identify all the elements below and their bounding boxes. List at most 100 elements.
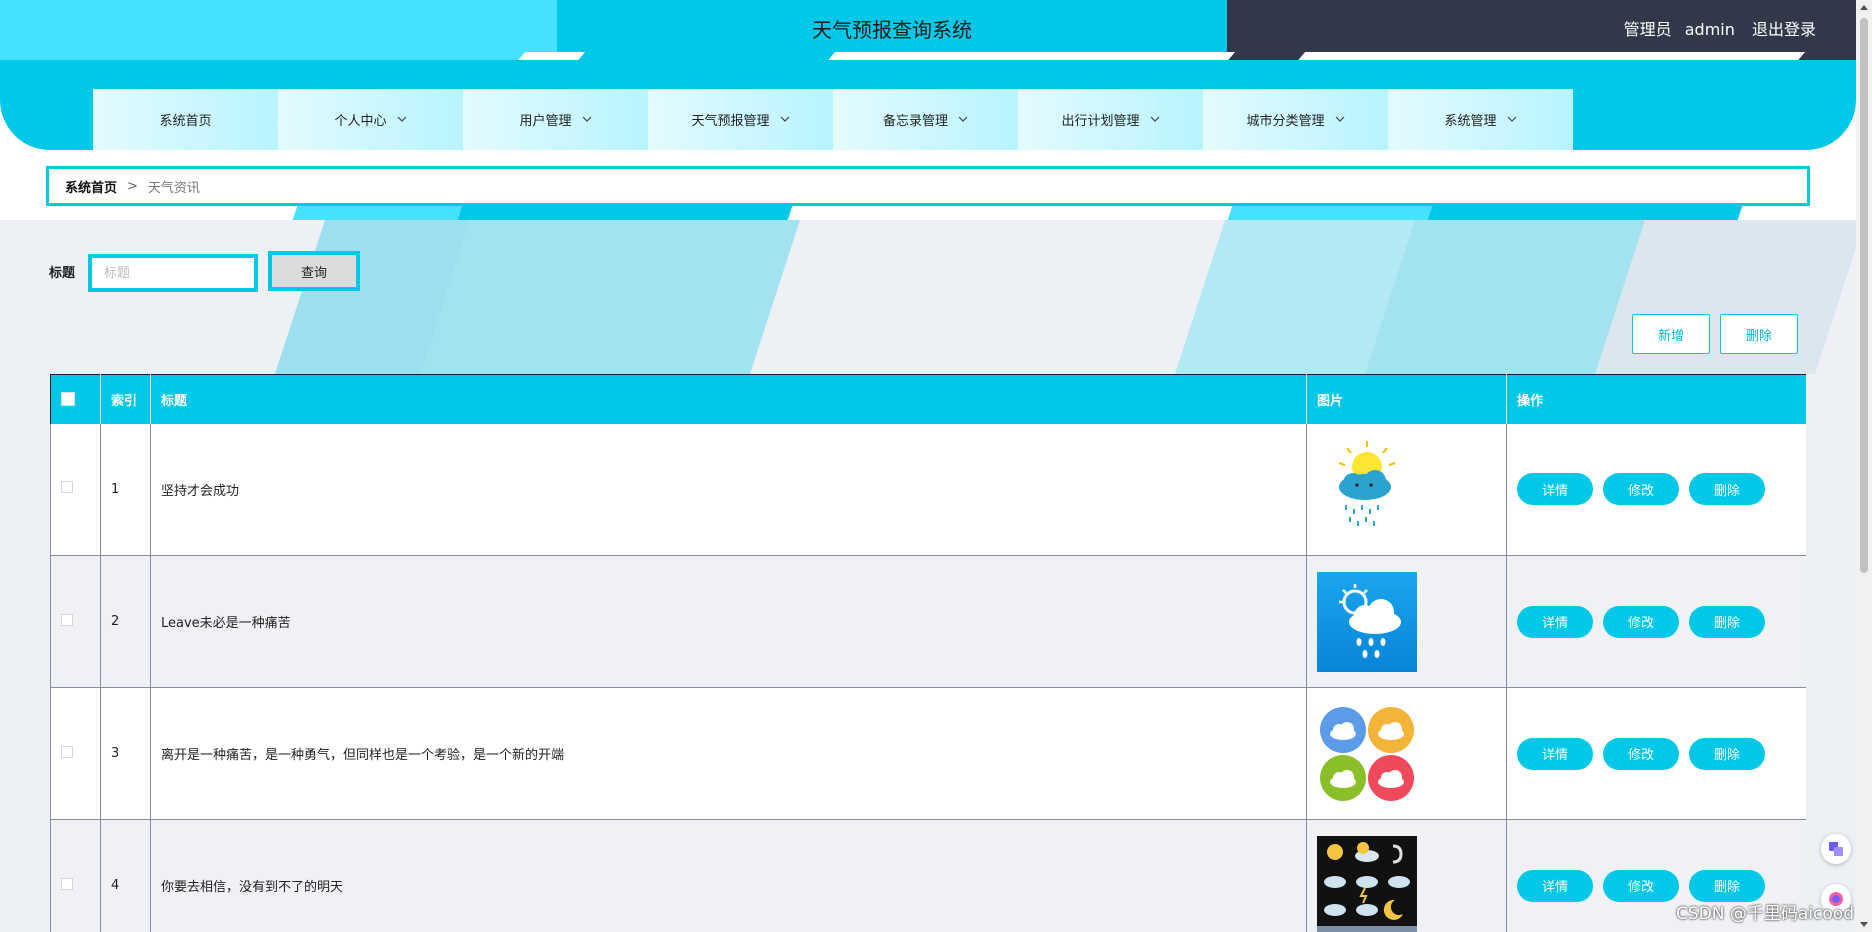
column-header-index: 索引 bbox=[100, 374, 151, 424]
row-image-cell bbox=[1306, 687, 1507, 820]
breadcrumb-home[interactable]: 系统首页 bbox=[65, 177, 117, 196]
data-table: 索引 标题 图片 操作 1 坚持才会成功 详情 修改 删除 2 Leave未必是… bbox=[50, 374, 1806, 932]
header-left-block bbox=[0, 0, 557, 60]
row-actions: 详情 修改 删除 bbox=[1506, 423, 1806, 556]
sun-cloud-rain-icon[interactable] bbox=[1317, 439, 1417, 540]
decor-stripe bbox=[1427, 206, 1743, 220]
row-checkbox[interactable] bbox=[61, 613, 73, 626]
table-row: 2 Leave未必是一种痛苦 详情 修改 删除 bbox=[50, 555, 1806, 688]
delete-button[interactable]: 删除 bbox=[1689, 737, 1765, 770]
row-checkbox[interactable] bbox=[61, 745, 73, 758]
row-actions: 详情 修改 删除 bbox=[1506, 555, 1806, 688]
row-actions: 详情 修改 删除 bbox=[1506, 687, 1806, 820]
nav-item-city-category-management[interactable]: 城市分类管理 bbox=[1203, 89, 1388, 150]
scroll-down-arrow-icon[interactable] bbox=[1860, 922, 1868, 927]
nav-item-memo-management[interactable]: 备忘录管理 bbox=[833, 89, 1018, 150]
select-all-checkbox[interactable] bbox=[61, 392, 75, 407]
chevron-down-icon bbox=[1335, 114, 1345, 125]
search-input[interactable] bbox=[88, 254, 258, 292]
bulk-delete-button[interactable]: 删除 bbox=[1720, 314, 1798, 354]
nav-item-home[interactable]: 系统首页 bbox=[93, 89, 278, 150]
decor-stripe bbox=[457, 206, 793, 220]
detail-button[interactable]: 详情 bbox=[1517, 737, 1593, 770]
scroll-up-arrow-icon[interactable] bbox=[1860, 5, 1868, 10]
main-nav: 系统首页 个人中心 用户管理 天气预报管理 备忘录管理 出行计划管理 城市分类管… bbox=[93, 89, 1573, 150]
nav-item-trip-plan-management[interactable]: 出行计划管理 bbox=[1018, 89, 1203, 150]
user-name: admin bbox=[1684, 20, 1735, 39]
detail-button[interactable]: 详情 bbox=[1517, 605, 1593, 638]
weather-icon-set-icon[interactable] bbox=[1317, 835, 1417, 932]
nav-item-label: 个人中心 bbox=[334, 114, 387, 129]
add-button[interactable]: 新增 bbox=[1632, 314, 1710, 354]
nav-item-label: 备忘录管理 bbox=[882, 114, 948, 129]
row-image-cell bbox=[1306, 819, 1507, 932]
delete-button[interactable]: 删除 bbox=[1689, 605, 1765, 638]
edit-button[interactable]: 修改 bbox=[1603, 869, 1679, 902]
chevron-down-icon bbox=[397, 114, 407, 125]
nav-band-top bbox=[0, 60, 1856, 76]
row-checkbox[interactable] bbox=[61, 481, 73, 494]
detail-button[interactable]: 详情 bbox=[1517, 869, 1593, 902]
row-select-cell bbox=[50, 687, 101, 820]
row-checkbox[interactable] bbox=[61, 877, 73, 890]
chevron-down-icon bbox=[582, 114, 592, 125]
user-area: 管理员 admin 退出登录 bbox=[1616, 0, 1816, 60]
column-header-title: 标题 bbox=[150, 374, 1307, 424]
decor-stripe bbox=[1227, 206, 1433, 220]
table-row: 3 离开是一种痛苦，是一种勇气，但同样也是一个考验，是一个新的开端 详情 修改 … bbox=[50, 687, 1806, 820]
detail-button[interactable]: 详情 bbox=[1517, 473, 1593, 506]
four-circle-clouds-icon[interactable] bbox=[1317, 703, 1417, 804]
top-bar: 天气预报查询系统 管理员 admin 退出登录 bbox=[0, 0, 1856, 64]
row-select-cell bbox=[50, 555, 101, 688]
user-role: 管理员 bbox=[1623, 20, 1672, 39]
table-row: 4 你要去相信，没有到不了的明天 详情 修改 删除 bbox=[50, 819, 1806, 932]
row-index: 4 bbox=[100, 819, 151, 932]
delete-button[interactable]: 删除 bbox=[1689, 473, 1765, 506]
watermark-text: CSDN @千里码aicood bbox=[1676, 904, 1854, 924]
row-title: 你要去相信，没有到不了的明天 bbox=[150, 819, 1307, 932]
page-scrollbar[interactable] bbox=[1856, 0, 1872, 932]
edit-button[interactable]: 修改 bbox=[1603, 473, 1679, 506]
row-image-cell bbox=[1306, 555, 1507, 688]
decor-stripe bbox=[419, 220, 801, 374]
search-label: 标题 bbox=[49, 266, 76, 281]
row-select-cell bbox=[50, 819, 101, 932]
decor-stripe bbox=[292, 206, 468, 220]
delete-button[interactable]: 删除 bbox=[1689, 869, 1765, 902]
search-button[interactable]: 查询 bbox=[268, 251, 360, 291]
breadcrumb-current: 天气资讯 bbox=[147, 180, 200, 196]
app-title: 天气预报查询系统 bbox=[812, 18, 972, 42]
column-header-image: 图片 bbox=[1306, 374, 1507, 424]
nav-item-label: 系统首页 bbox=[159, 114, 212, 129]
scrollbar-thumb[interactable] bbox=[1860, 18, 1868, 573]
edit-button[interactable]: 修改 bbox=[1603, 605, 1679, 638]
edit-button[interactable]: 修改 bbox=[1603, 737, 1679, 770]
chevron-down-icon bbox=[958, 114, 968, 125]
data-table-wrapper: 索引 标题 图片 操作 1 坚持才会成功 详情 修改 删除 2 Leave未必是… bbox=[50, 374, 1806, 932]
row-index: 3 bbox=[100, 687, 151, 820]
row-title: 坚持才会成功 bbox=[150, 423, 1307, 556]
chevron-down-icon bbox=[1150, 114, 1160, 125]
table-header-row: 索引 标题 图片 操作 bbox=[50, 374, 1806, 424]
nav-item-label: 城市分类管理 bbox=[1246, 114, 1325, 129]
nav-item-label: 天气预报管理 bbox=[691, 114, 770, 129]
breadcrumb: 系统首页 > 天气资讯 bbox=[46, 166, 1810, 206]
translate-icon[interactable] bbox=[1821, 834, 1851, 864]
nav-item-user-management[interactable]: 用户管理 bbox=[463, 89, 648, 150]
nav-item-label: 用户管理 bbox=[519, 114, 572, 129]
row-image-cell bbox=[1306, 423, 1507, 556]
blue-rain-tile-icon[interactable] bbox=[1317, 571, 1417, 672]
nav-item-label: 出行计划管理 bbox=[1061, 114, 1140, 129]
logout-link[interactable]: 退出登录 bbox=[1752, 20, 1816, 39]
row-title: 离开是一种痛苦，是一种勇气，但同样也是一个考验，是一个新的开端 bbox=[150, 687, 1307, 820]
column-header-actions: 操作 bbox=[1506, 374, 1806, 424]
select-all-cell bbox=[50, 374, 101, 424]
nav-item-label: 系统管理 bbox=[1444, 114, 1497, 129]
nav-item-personal-center[interactable]: 个人中心 bbox=[278, 89, 463, 150]
row-title: Leave未必是一种痛苦 bbox=[150, 555, 1307, 688]
row-index: 2 bbox=[100, 555, 151, 688]
nav-item-forecast-management[interactable]: 天气预报管理 bbox=[648, 89, 833, 150]
nav-item-system-management[interactable]: 系统管理 bbox=[1388, 89, 1573, 150]
row-index: 1 bbox=[100, 423, 151, 556]
table-row: 1 坚持才会成功 详情 修改 删除 bbox=[50, 423, 1806, 556]
